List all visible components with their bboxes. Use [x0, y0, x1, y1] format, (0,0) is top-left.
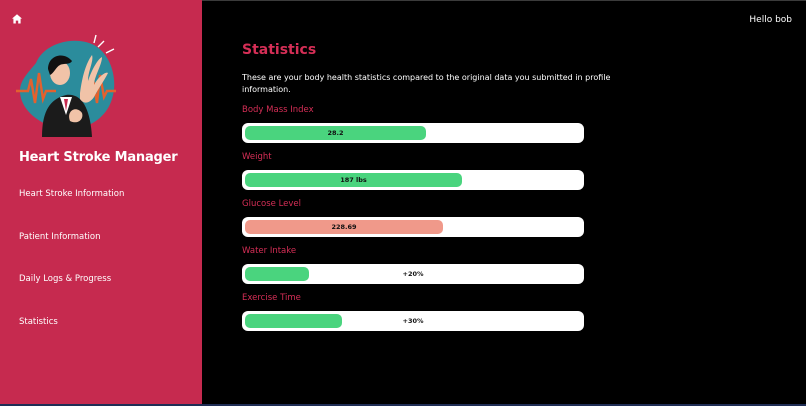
app-window: Heart Stroke Manager Heart Stroke Inform… — [0, 0, 806, 406]
stat-value: 28.2 — [327, 129, 344, 137]
stat-bar-weight: 187 lbs — [242, 170, 584, 190]
stat-label-water-intake: Water Intake — [242, 246, 297, 256]
stat-label-exercise-time: Exercise Time — [242, 293, 301, 303]
stat-label-glucose: Glucose Level — [242, 199, 302, 209]
stat-fill — [245, 267, 309, 281]
sidebar-item-daily-logs-progress[interactable]: Daily Logs & Progress — [19, 274, 111, 284]
page-description: These are your body health statistics co… — [242, 73, 611, 94]
stat-label-bmi: Body Mass Index — [242, 105, 314, 115]
main-content: Hello bob Statistics These are your body… — [202, 0, 806, 406]
stat-label-weight: Weight — [242, 152, 272, 162]
app-title: Heart Stroke Manager — [19, 150, 178, 165]
stat-value: 228.69 — [331, 223, 357, 231]
sidebar-item-heart-stroke-information[interactable]: Heart Stroke Information — [19, 189, 124, 199]
stat-bar-glucose: 228.69 — [242, 217, 584, 237]
stat-bar-exercise-time: +30% — [242, 311, 584, 331]
stat-fill — [245, 314, 342, 328]
sidebar-item-statistics[interactable]: Statistics — [19, 317, 58, 327]
sidebar-item-patient-information[interactable]: Patient Information — [19, 232, 101, 242]
stat-value: +30% — [402, 317, 424, 325]
heart-patient-illustration — [14, 33, 118, 137]
user-greeting: Hello bob — [749, 15, 792, 25]
home-icon[interactable] — [11, 10, 23, 24]
stat-bar-bmi: 28.2 — [242, 123, 584, 143]
stat-value: 187 lbs — [340, 176, 367, 184]
stat-bar-water-intake: +20% — [242, 264, 584, 284]
stat-value: +20% — [402, 270, 424, 278]
page-title: Statistics — [242, 42, 317, 58]
sidebar: Heart Stroke Manager Heart Stroke Inform… — [0, 0, 202, 406]
